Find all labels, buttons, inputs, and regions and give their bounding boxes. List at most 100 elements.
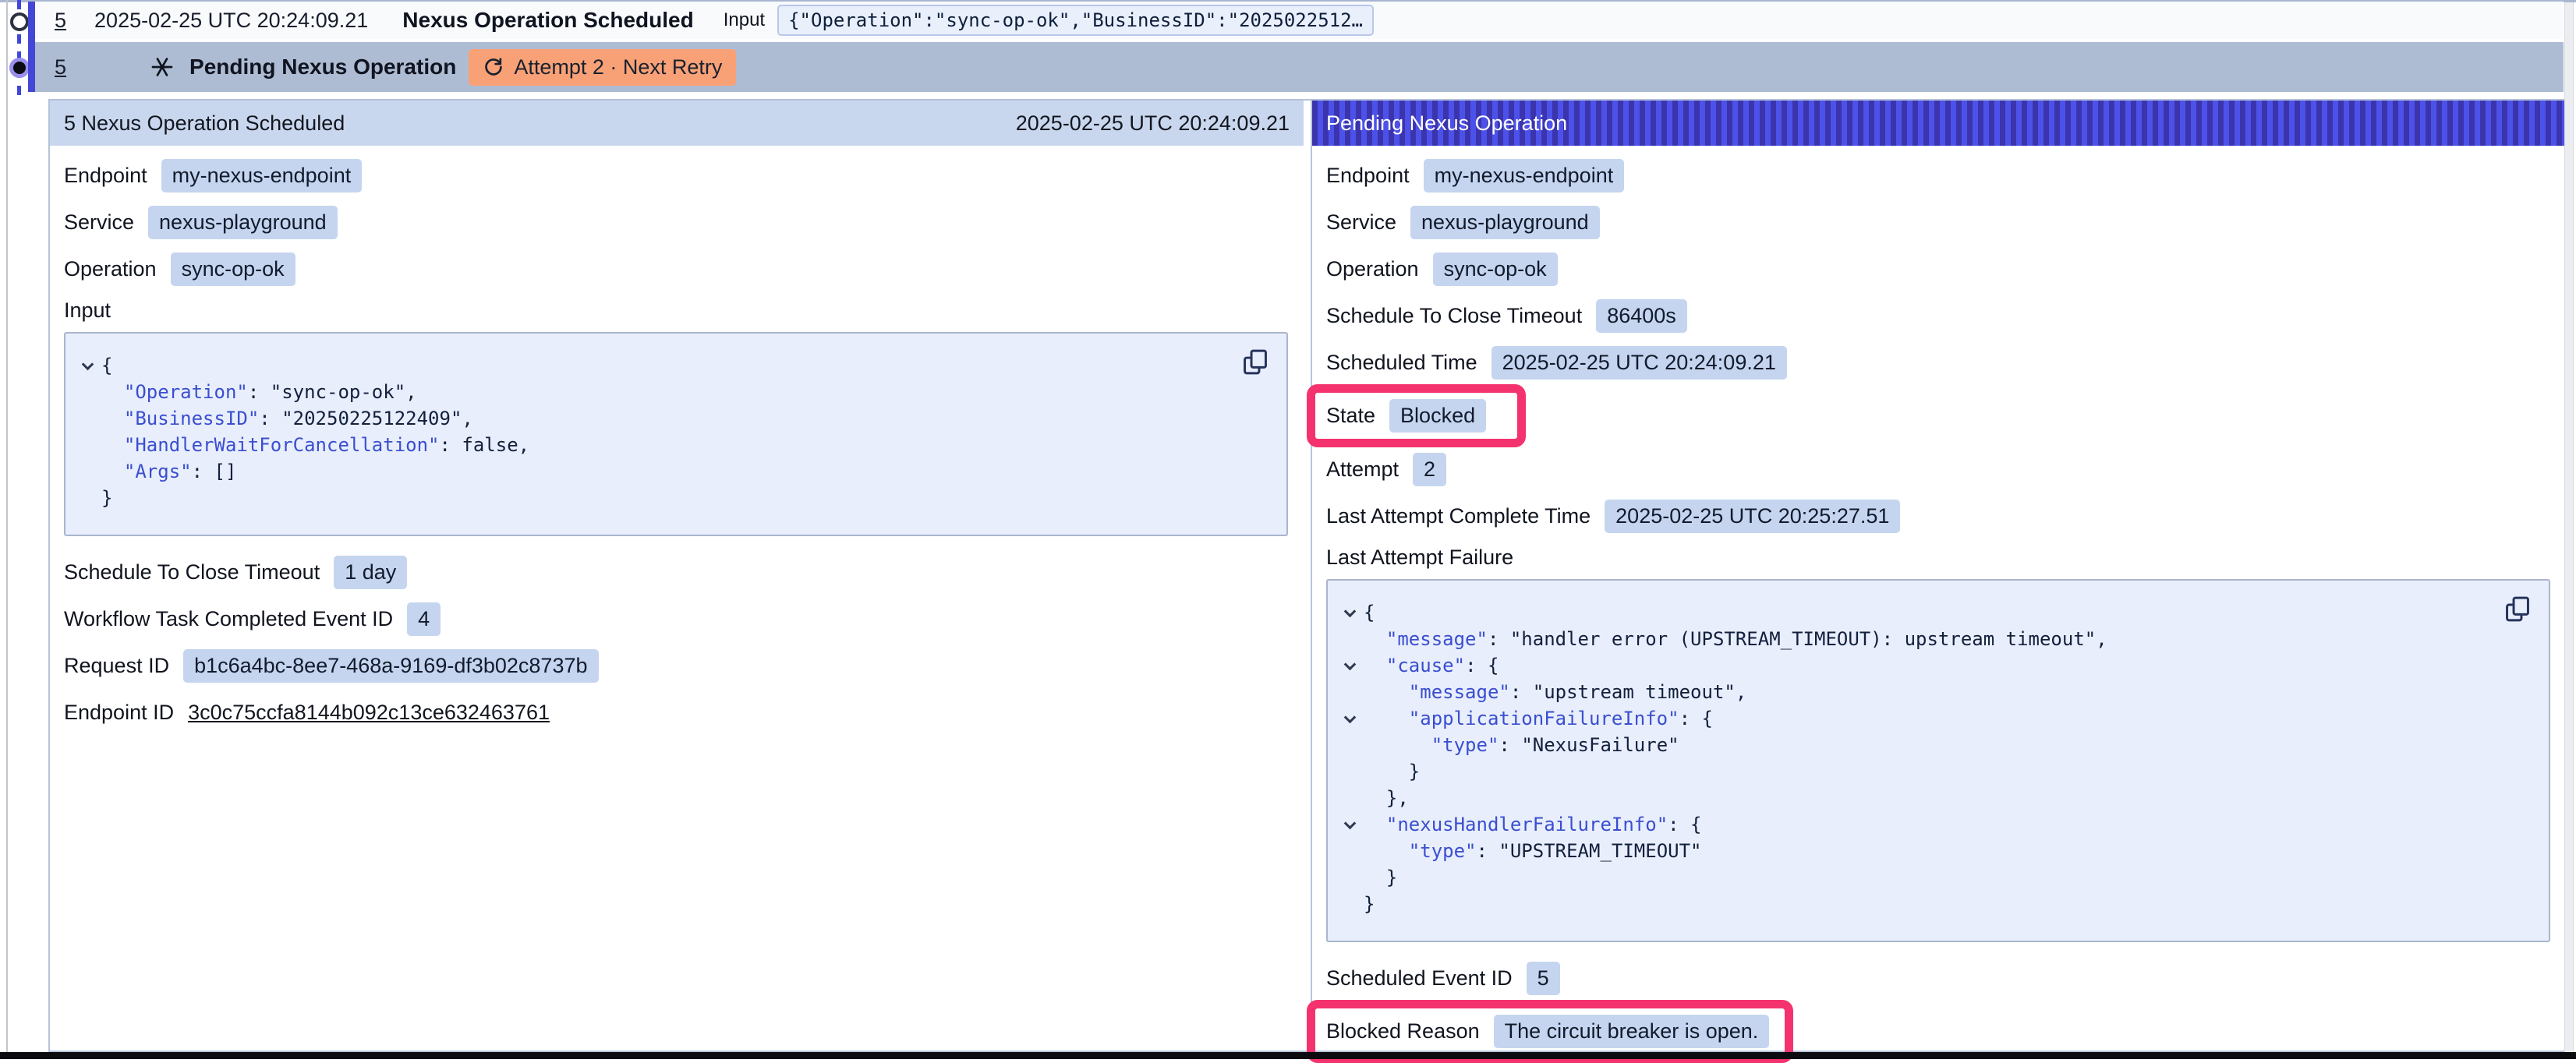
code-line-text: }, [1364, 785, 1409, 811]
pending-asterisk-icon [149, 54, 175, 80]
chevron-gutter [1336, 838, 1364, 864]
chevron-gutter [1336, 785, 1364, 811]
input-section-label: Input [64, 298, 1288, 323]
field-row: Service nexus-playground [64, 205, 1288, 239]
field-row: Schedule To Close Timeout 1 day [64, 555, 1288, 589]
code-line-text: { [1364, 599, 1375, 626]
scheduled-panel-header: 5 Nexus Operation Scheduled 2025-02-25 U… [50, 101, 1304, 146]
field-label: Schedule To Close Timeout [64, 560, 320, 584]
code-line-text: "message": "handler error (UPSTREAM_TIME… [1364, 626, 2107, 652]
code-line-text: { [101, 352, 112, 379]
field-label: Service [64, 210, 134, 235]
code-line-text: } [1364, 758, 1420, 785]
code-line-text: } [101, 485, 112, 511]
field-value-chip: nexus-playground [148, 206, 338, 239]
copy-icon[interactable] [1241, 348, 1269, 379]
event-id-link[interactable]: 5 [55, 55, 66, 79]
pending-operation-panel: Pending Nexus Operation Endpoint my-nexu… [1311, 101, 2566, 1051]
field-row: Operation sync-op-ok [1326, 252, 2550, 286]
event-input-preview-chip[interactable]: {"Operation":"sync-op-ok","BusinessID":"… [777, 5, 1374, 36]
code-line-text: } [1364, 891, 1375, 917]
temporal-event-history-screen: 5 2025-02-25 UTC 20:24:09.21 Nexus Opera… [0, 0, 2576, 1063]
code-line-text: "HandlerWaitForCancellation": false, [101, 432, 529, 458]
code-line-text: "message": "upstream timeout", [1364, 679, 1746, 705]
scrollbar-gutter[interactable] [2564, 2, 2574, 1052]
endpoint-id-link[interactable]: 3c0c75ccfa8144b092c13ce632463761 [188, 701, 550, 725]
field-row: Schedule To Close Timeout 86400s [1326, 298, 2550, 333]
field-label: State [1326, 404, 1375, 428]
field-label: Request ID [64, 654, 169, 678]
blocked-reason-value-chip: The circuit breaker is open. [1494, 1015, 1770, 1048]
collapse-chevron-icon[interactable] [1336, 811, 1364, 838]
failure-json-viewer: { "message": "handler error (UPSTREAM_TI… [1326, 579, 2550, 942]
code-line-text: "applicationFailureInfo": { [1364, 705, 1713, 732]
field-label: Operation [64, 257, 157, 281]
chevron-gutter [1336, 626, 1364, 652]
collapse-chevron-icon[interactable] [1336, 705, 1364, 732]
chevron-gutter [1336, 758, 1364, 785]
input-json-viewer: { "Operation": "sync-op-ok", "BusinessID… [64, 332, 1288, 536]
state-value-chip: Blocked [1389, 399, 1486, 433]
pending-event-name: Pending Nexus Operation [189, 55, 456, 79]
event-name: Nexus Operation Scheduled [402, 8, 693, 33]
collapse-chevron-icon[interactable] [73, 352, 101, 379]
code-line-text: "type": "UPSTREAM_TIMEOUT" [1364, 838, 1702, 864]
field-value-chip: my-nexus-endpoint [1424, 159, 1625, 192]
code-line-text: "Args": [] [101, 458, 236, 485]
chevron-gutter [73, 405, 101, 432]
chevron-gutter [73, 485, 101, 511]
selected-event-indicator-bar [28, 2, 35, 92]
state-field-row: State Blocked [1326, 392, 2550, 444]
state-annotation-highlight: State Blocked [1307, 384, 1526, 447]
code-line-text: "Operation": "sync-op-ok", [101, 379, 417, 405]
scheduled-panel-timestamp: 2025-02-25 UTC 20:24:09.21 [1016, 111, 1290, 136]
chevron-gutter [73, 379, 101, 405]
field-value-chip: sync-op-ok [171, 253, 295, 286]
field-row: Endpoint ID 3c0c75ccfa8144b092c13ce63246… [64, 695, 1288, 729]
field-row: Scheduled Time 2025-02-25 UTC 20:24:09.2… [1326, 345, 2550, 380]
field-label: Operation [1326, 257, 1419, 281]
chevron-gutter [1336, 732, 1364, 758]
event-input-label: Input [724, 9, 765, 31]
field-row: Request ID b1c6a4bc-8ee7-468a-9169-df3b0… [64, 648, 1288, 683]
field-row: Endpoint my-nexus-endpoint [64, 158, 1288, 192]
chevron-gutter [73, 458, 101, 485]
code-line-text: "nexusHandlerFailureInfo": { [1364, 811, 1702, 838]
field-value-chip: b1c6a4bc-8ee7-468a-9169-df3b02c8737b [183, 649, 598, 683]
code-line-text: "cause": { [1364, 652, 1499, 679]
collapse-chevron-icon[interactable] [1336, 652, 1364, 679]
event-id-link[interactable]: 5 [55, 9, 66, 33]
field-value-chip: 5 [1527, 962, 1560, 995]
field-row: Service nexus-playground [1326, 205, 2550, 239]
copy-icon[interactable] [2503, 595, 2532, 626]
field-label: Workflow Task Completed Event ID [64, 607, 393, 631]
collapse-chevron-icon[interactable] [1336, 599, 1364, 626]
attempt-retry-badge-label: Attempt 2 · Next Retry [514, 55, 722, 79]
attempt-retry-badge: Attempt 2 · Next Retry [469, 49, 736, 86]
field-label: Last Attempt Complete Time [1326, 504, 1591, 528]
event-detail-container: 5 Nexus Operation Scheduled 2025-02-25 U… [48, 99, 2567, 1052]
chevron-gutter [1336, 864, 1364, 891]
field-value-chip: nexus-playground [1410, 206, 1600, 239]
field-label: Schedule To Close Timeout [1326, 304, 1582, 328]
chevron-gutter [1336, 679, 1364, 705]
timeline-node-active-icon[interactable] [9, 58, 30, 78]
code-line-text: } [1364, 864, 1397, 891]
field-row: Last Attempt Complete Time 2025-02-25 UT… [1326, 499, 2550, 533]
field-row: Scheduled Event ID 5 [1326, 961, 2550, 995]
field-value-chip: my-nexus-endpoint [161, 159, 363, 192]
event-row-scheduled[interactable]: 5 2025-02-25 UTC 20:24:09.21 Nexus Opera… [35, 2, 2564, 39]
field-value-chip: sync-op-ok [1433, 253, 1558, 286]
timeline-node-open-icon[interactable] [10, 12, 29, 31]
field-row: Operation sync-op-ok [64, 252, 1288, 286]
scheduled-event-panel: 5 Nexus Operation Scheduled 2025-02-25 U… [50, 101, 1304, 1051]
event-row-pending[interactable]: 5 Pending Nexus Operation Attempt 2 · Ne… [35, 42, 2564, 92]
scheduled-panel-title: 5 Nexus Operation Scheduled [64, 111, 345, 136]
window-bottom-edge [0, 1052, 2576, 1059]
code-line-text: "type": "NexusFailure" [1364, 732, 1679, 758]
field-value-chip: 2 [1413, 453, 1446, 486]
chevron-gutter [1336, 891, 1364, 917]
field-label: Blocked Reason [1326, 1019, 1480, 1044]
field-row: Endpoint my-nexus-endpoint [1326, 158, 2550, 192]
field-label: Scheduled Time [1326, 351, 1477, 375]
